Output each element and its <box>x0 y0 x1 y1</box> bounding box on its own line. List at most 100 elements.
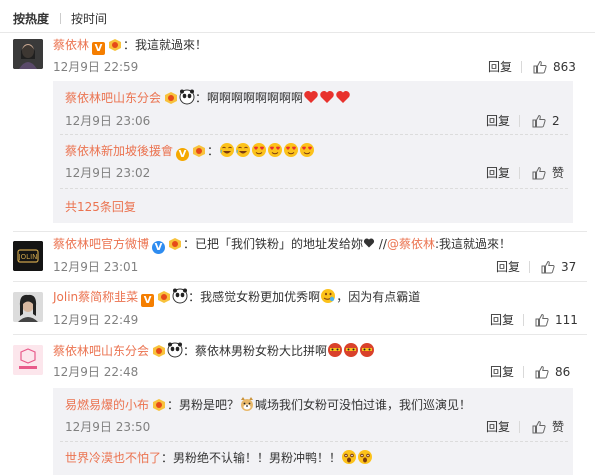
vip-badge-icon: V <box>176 148 190 161</box>
sub-comment-text: 啊啊啊啊啊啊啊啊 <box>207 91 304 105</box>
svg-text:JOLIN: JOLIN <box>18 253 38 261</box>
sub-comment-sep: ： <box>161 451 174 465</box>
action-divider <box>519 167 520 179</box>
like-button[interactable]: 863 <box>533 59 576 75</box>
like-button[interactable]: 赞 <box>532 165 564 181</box>
comment-text-cont: ，因为有点霸道 <box>336 290 421 304</box>
sub-comment-sep: ： <box>195 91 208 105</box>
fan-badge-icon <box>158 291 171 303</box>
like-button[interactable]: 37 <box>541 259 576 275</box>
reply-button[interactable]: 回复 <box>490 364 514 380</box>
like-button[interactable]: 赞 <box>532 419 564 435</box>
sub-comment-text: 男粉绝不认输！！男粉冲鸭！！ <box>173 451 342 465</box>
sub-comment-username[interactable]: 世界冷漠也不怕了 <box>65 451 161 465</box>
avatar-image: JOLIN <box>13 241 43 271</box>
vip-badge-icon: V <box>141 294 155 307</box>
like-icon <box>533 60 547 74</box>
reply-button[interactable]: 回复 <box>486 165 510 181</box>
like-icon <box>532 114 546 128</box>
reply-button[interactable]: 回复 <box>486 419 510 435</box>
sub-divider <box>60 188 568 189</box>
heart-emoji-icon <box>304 91 318 103</box>
comment-line: 蔡依林吧山东分会 ：蔡依林男粉女粉大比拼啊 <box>53 341 375 361</box>
sub-comment-line: 易燃易爆的小布 ：男粉是吧？ 喊场我们女粉可没怕过谁，我们巡演见！ <box>65 395 471 415</box>
sub-comment-username[interactable]: 易燃易爆的小布 <box>65 398 149 412</box>
tab-divider <box>60 13 62 24</box>
sub-comment-text-cont: 喊场我们女粉可没怕过谁，我们巡演见！ <box>255 398 472 412</box>
sub-comment-sep: ： <box>167 398 180 412</box>
heart-eyes-emoji-icon <box>268 143 283 157</box>
doge-emoji-icon <box>241 397 254 411</box>
comment-divider <box>13 231 587 232</box>
repost-sep: // <box>375 237 387 251</box>
panda-emoji-icon <box>167 342 183 358</box>
heart-eyes-emoji-icon <box>300 143 315 157</box>
sub-comment-time: 12月9日 23:06 <box>65 114 151 128</box>
sort-tabs: 按热度 按时间 <box>13 9 107 29</box>
avatar[interactable]: JOLIN <box>13 241 43 271</box>
sub-comment-time: 12月9日 23:02 <box>65 166 151 180</box>
action-divider <box>523 366 524 378</box>
vip-badge-icon: V <box>152 241 166 254</box>
tab-sort-hot[interactable]: 按热度 <box>13 9 49 29</box>
doge-emoji-icon <box>321 289 336 303</box>
avatar[interactable] <box>13 292 43 322</box>
comment-text: 蔡依林男粉女粉大比拼啊 <box>195 344 328 358</box>
reply-button[interactable]: 回复 <box>496 259 520 275</box>
comment-line: Jolin蔡简称韭菜 V ：我感觉女粉更加优秀啊 ，因为有点霸道 <box>53 287 420 307</box>
heart-icon <box>363 238 375 248</box>
comment-divider <box>13 334 587 335</box>
comment-time: 12月9日 23:01 <box>53 260 139 274</box>
reply-button[interactable]: 回复 <box>490 312 514 328</box>
like-icon <box>532 420 546 434</box>
comment-text: 我感觉女粉更加优秀啊 <box>200 290 321 304</box>
sub-comment-username[interactable]: 蔡依林新加坡後援會 <box>65 144 173 158</box>
action-divider <box>521 61 522 73</box>
action-divider <box>529 261 530 273</box>
like-count: 2 <box>552 114 560 128</box>
sub-divider <box>60 134 568 135</box>
comment-username[interactable]: 蔡依林吧官方微博 <box>53 237 149 251</box>
mention-link[interactable]: @蔡依林 <box>387 237 435 251</box>
tabs-divider <box>0 32 595 33</box>
sub-comment-username[interactable]: 蔡依林吧山东分会 <box>65 91 161 105</box>
comment-sep: ： <box>183 344 196 358</box>
comment-time: 12月9日 22:48 <box>53 365 139 379</box>
heart-emoji-icon <box>336 91 350 103</box>
fan-badge-icon <box>165 92 178 104</box>
panda-emoji-icon <box>172 288 188 304</box>
more-replies-link[interactable]: 共125条回复 <box>65 199 136 215</box>
laugh-emoji-icon <box>236 143 251 157</box>
laugh-emoji-icon <box>220 143 235 157</box>
sub-comment-line: 蔡依林新加坡後援會 V ： <box>65 141 315 161</box>
comment-username[interactable]: 蔡依林吧山东分会 <box>53 344 149 358</box>
fan-badge-icon <box>193 145 206 157</box>
comment-username[interactable]: 蔡依林 <box>53 38 89 52</box>
avatar[interactable] <box>13 345 43 375</box>
tab-sort-time[interactable]: 按时间 <box>71 9 107 29</box>
like-count: 37 <box>561 260 577 274</box>
action-divider <box>523 314 524 326</box>
action-divider <box>519 115 520 127</box>
like-button[interactable]: 111 <box>535 312 578 328</box>
fan-badge-icon <box>169 238 182 250</box>
like-icon <box>535 313 549 327</box>
shock-emoji-icon <box>342 450 357 464</box>
heart-eyes-emoji-icon <box>252 143 267 157</box>
fan-badge-icon <box>109 39 122 51</box>
avatar[interactable] <box>13 39 43 69</box>
reply-button[interactable]: 回复 <box>488 59 512 75</box>
mask-emoji-icon <box>328 343 343 357</box>
reply-button[interactable]: 回复 <box>486 113 510 129</box>
comment-username[interactable]: Jolin蔡简称韭菜 <box>53 290 138 304</box>
comment-line: 蔡依林吧官方微博 V ：已把「我们铁粉」的地址发给妳 //@蔡依林:我這就過來！ <box>53 234 511 254</box>
comment-sep: ： <box>183 237 196 251</box>
repost-text: :我這就過來！ <box>434 237 512 251</box>
like-count: 863 <box>553 60 576 74</box>
like-icon <box>532 166 546 180</box>
like-icon <box>535 365 549 379</box>
avatar-image <box>13 345 43 375</box>
like-button[interactable]: 2 <box>532 113 560 129</box>
like-button[interactable]: 86 <box>535 364 570 380</box>
sub-comment-line: 世界冷漠也不怕了：男粉绝不认输！！男粉冲鸭！！ <box>65 448 373 468</box>
